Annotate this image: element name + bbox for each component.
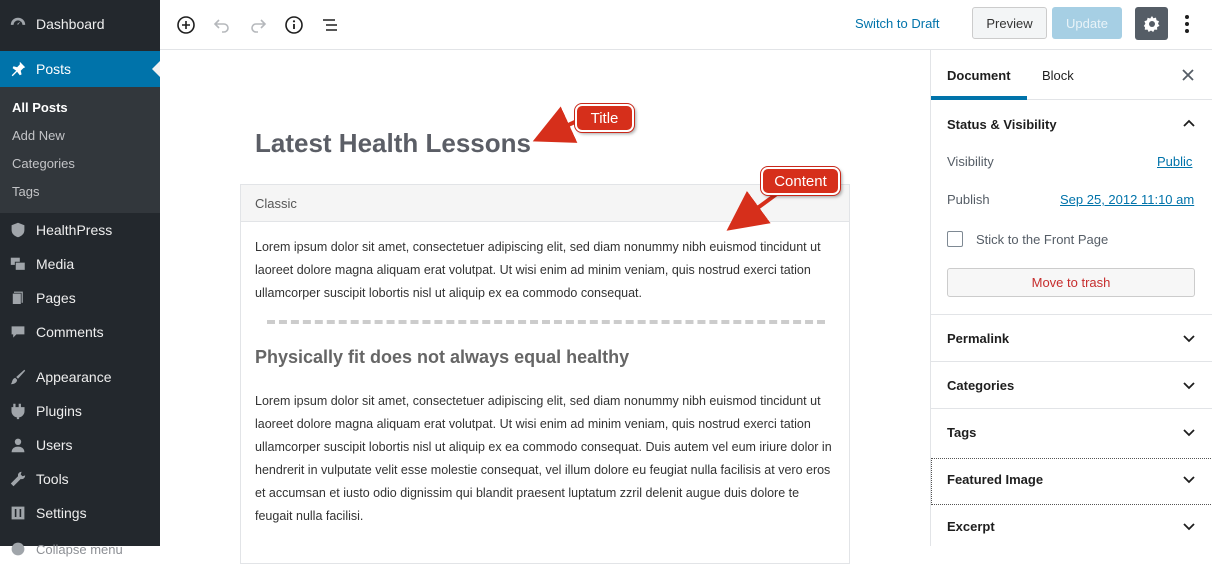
content-arrow bbox=[726, 190, 780, 231]
section-divider bbox=[931, 314, 1212, 315]
chevron-down-icon[interactable] bbox=[1181, 518, 1197, 534]
chevron-down-icon[interactable] bbox=[1181, 377, 1197, 393]
section-divider bbox=[931, 361, 1212, 362]
tags-heading[interactable]: Tags bbox=[947, 425, 976, 440]
close-icon bbox=[1182, 69, 1194, 81]
featured-image-heading[interactable]: Featured Image bbox=[947, 472, 1043, 487]
active-tab-indicator bbox=[931, 96, 1027, 100]
sticky-checkbox[interactable] bbox=[947, 231, 963, 247]
content-callout: Content bbox=[761, 167, 840, 195]
sticky-label: Stick to the Front Page bbox=[976, 232, 1109, 247]
title-arrow bbox=[532, 106, 578, 143]
panel-tabs: Document Block bbox=[931, 50, 1212, 100]
move-to-trash-button[interactable]: Move to trash bbox=[947, 268, 1195, 297]
permalink-heading[interactable]: Permalink bbox=[947, 331, 1009, 346]
section-divider bbox=[931, 408, 1212, 409]
categories-heading[interactable]: Categories bbox=[947, 378, 1014, 393]
title-callout: Title bbox=[575, 104, 634, 132]
status-visibility-heading[interactable]: Status & Visibility bbox=[947, 117, 1057, 132]
tab-document[interactable]: Document bbox=[947, 68, 1011, 83]
tab-block[interactable]: Block bbox=[1042, 68, 1074, 83]
close-panel-button[interactable] bbox=[1179, 66, 1197, 84]
publish-label: Publish bbox=[947, 192, 990, 207]
visibility-label: Visibility bbox=[947, 154, 994, 169]
chevron-up-icon[interactable] bbox=[1181, 116, 1197, 132]
chevron-down-icon[interactable] bbox=[1181, 330, 1197, 346]
excerpt-heading[interactable]: Excerpt bbox=[947, 519, 995, 534]
settings-panel: Document Block Status & Visibility Visib… bbox=[930, 50, 1212, 546]
chevron-down-icon[interactable] bbox=[1181, 424, 1197, 440]
publish-date-link[interactable]: Sep 25, 2012 11:10 am bbox=[1060, 192, 1194, 207]
visibility-link[interactable]: Public bbox=[1157, 154, 1192, 169]
chevron-down-icon[interactable] bbox=[1181, 471, 1197, 487]
